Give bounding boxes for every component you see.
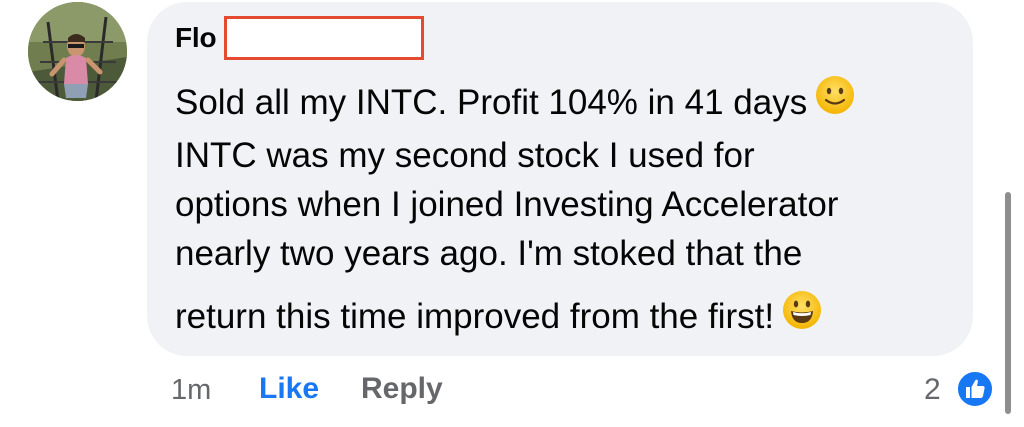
thumbs-up-icon[interactable] bbox=[956, 370, 994, 408]
comment-line: return this time improved from the first… bbox=[175, 290, 965, 345]
author-name[interactable]: Flo bbox=[175, 22, 217, 54]
scrollbar[interactable] bbox=[1005, 192, 1011, 414]
reaction-count[interactable]: 2 bbox=[924, 373, 941, 407]
slightly-smiling-face-icon bbox=[815, 75, 855, 128]
comment-bubble: Flo Sold all my INTC. Profit 104% in 41 … bbox=[147, 2, 973, 356]
comment-view: Flo Sold all my INTC. Profit 104% in 41 … bbox=[0, 0, 1024, 427]
avatar-photo-icon bbox=[28, 2, 127, 101]
comment-timestamp[interactable]: 1m bbox=[171, 374, 211, 407]
avatar[interactable] bbox=[28, 2, 127, 101]
comment-text: Sold all my INTC. Profit 104% in 41 days… bbox=[175, 75, 965, 346]
comment-line: options when I joined Investing Accelera… bbox=[175, 185, 839, 225]
like-button[interactable]: Like bbox=[259, 372, 319, 406]
comment-line: nearly two years ago. I'm stoked that th… bbox=[175, 234, 803, 274]
grinning-face-icon bbox=[782, 290, 822, 343]
author-row: Flo bbox=[175, 16, 425, 60]
comment-actions: 1m Like Reply 2 bbox=[0, 366, 1024, 412]
comment-line: Sold all my INTC. Profit 104% in 41 days bbox=[175, 75, 965, 131]
comment-line: INTC was my second stock I used for bbox=[175, 136, 755, 176]
redacted-name-box bbox=[224, 16, 425, 60]
reply-button[interactable]: Reply bbox=[361, 372, 443, 406]
